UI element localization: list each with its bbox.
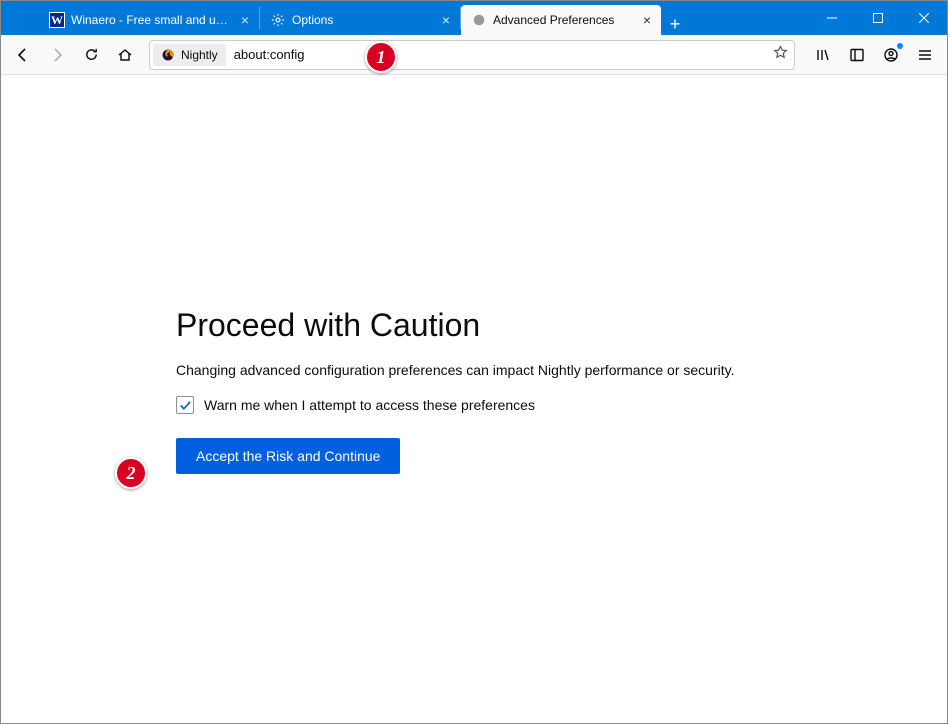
warning-title: Proceed with Caution: [176, 307, 796, 344]
library-button[interactable]: [807, 39, 839, 71]
identity-label: Nightly: [181, 48, 218, 62]
minimize-button[interactable]: [809, 1, 855, 35]
maximize-button[interactable]: [855, 1, 901, 35]
tab-strip: W Winaero - Free small and usef… × Optio…: [1, 1, 809, 35]
bookmark-star-icon[interactable]: [773, 45, 788, 65]
gear-icon: [270, 12, 286, 28]
sidebar-button[interactable]: [841, 39, 873, 71]
window-controls: [809, 1, 947, 35]
home-button[interactable]: [109, 39, 141, 71]
checkmark-icon: [179, 399, 192, 412]
forward-button[interactable]: [41, 39, 73, 71]
titlebar: W Winaero - Free small and usef… × Optio…: [1, 1, 947, 35]
tab-winaero[interactable]: W Winaero - Free small and usef… ×: [39, 5, 259, 35]
tab-label: Winaero - Free small and usef…: [71, 13, 231, 27]
annotation-step-1: 1: [365, 41, 397, 73]
app-menu-button[interactable]: [909, 39, 941, 71]
notification-dot-icon: [897, 43, 903, 49]
tab-advanced-preferences[interactable]: Advanced Preferences ×: [461, 5, 661, 35]
warn-checkbox[interactable]: [176, 396, 194, 414]
warn-checkbox-label: Warn me when I attempt to access these p…: [204, 397, 535, 413]
close-icon[interactable]: ×: [438, 12, 454, 28]
close-icon[interactable]: ×: [237, 12, 253, 28]
firefox-page-icon: [471, 12, 487, 28]
about-config-warning: Proceed with Caution Changing advanced c…: [176, 307, 796, 474]
close-icon[interactable]: ×: [639, 12, 655, 28]
page-content: Proceed with Caution Changing advanced c…: [1, 75, 947, 723]
accept-risk-button[interactable]: Accept the Risk and Continue: [176, 438, 400, 474]
identity-box[interactable]: Nightly: [153, 44, 226, 66]
tab-options[interactable]: Options ×: [260, 5, 460, 35]
annotation-step-2: 2: [115, 457, 147, 489]
winaero-favicon: W: [49, 12, 65, 28]
url-text: about:config: [234, 47, 305, 62]
toolbar-right: [803, 39, 941, 71]
close-window-button[interactable]: [901, 1, 947, 35]
tab-label: Advanced Preferences: [493, 13, 633, 27]
warning-description: Changing advanced configuration preferen…: [176, 362, 796, 378]
url-bar[interactable]: Nightly about:config: [149, 40, 795, 70]
warn-checkbox-row[interactable]: Warn me when I attempt to access these p…: [176, 396, 796, 414]
new-tab-button[interactable]: +: [661, 14, 689, 35]
account-button[interactable]: [875, 39, 907, 71]
reload-button[interactable]: [75, 39, 107, 71]
tab-label: Options: [292, 13, 432, 27]
back-button[interactable]: [7, 39, 39, 71]
nav-toolbar: Nightly about:config: [1, 35, 947, 75]
firefox-brand-icon: [161, 48, 175, 62]
